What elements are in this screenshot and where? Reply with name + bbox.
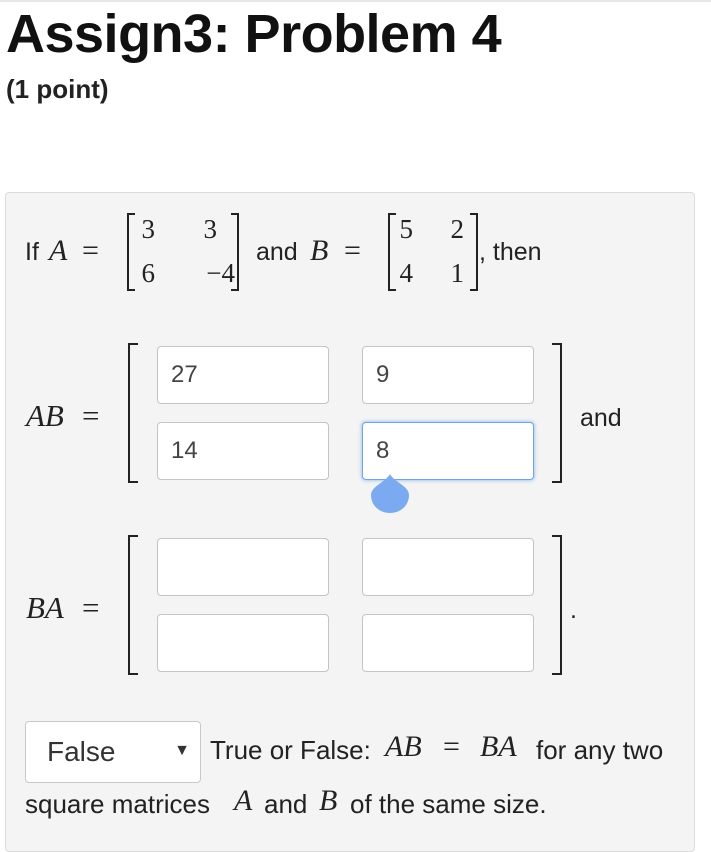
tf-equals: = (443, 730, 460, 763)
tf-B: B (319, 784, 338, 817)
equals-sign-2: = (344, 234, 361, 267)
AB-r1c1-input[interactable] (157, 346, 329, 404)
matrix-B-r2c2: 1 (450, 258, 465, 288)
matrix-A-r2c2: −4 (206, 258, 235, 288)
tf-line2-end: of the same size. (350, 789, 547, 819)
AB-label: AB (26, 398, 64, 433)
matrix-B-r1c1: 5 (399, 214, 414, 244)
tf-AB: AB (385, 730, 422, 763)
BA-label: BA (26, 590, 64, 625)
text-cursor-handle-icon[interactable] (370, 472, 410, 514)
BA-equals-sign: = (82, 590, 100, 625)
AB-r1c2-input[interactable] (362, 346, 534, 404)
triangle-down-icon: ▼ (174, 742, 190, 759)
matrix-B-right-bracket (470, 213, 478, 291)
tf-line2-start: square matrices (25, 789, 210, 819)
matrix-B-r1c2: 2 (450, 214, 465, 244)
BA-period: . (570, 596, 577, 624)
tf-question-prefix: True or False: (210, 735, 371, 765)
BA-left-bracket (128, 535, 138, 675)
page-title: Assign3: Problem 4 (6, 4, 502, 64)
equals-sign: = (82, 234, 99, 267)
tf-A: A (234, 784, 253, 817)
matrix-B-r2c1: 4 (399, 258, 414, 288)
true-false-selected-value: False (47, 736, 116, 767)
matrix-B-symbol: B (310, 234, 329, 267)
AB-equals-sign: = (82, 398, 100, 433)
matrix-A-symbol: A (49, 234, 68, 267)
tf-BA: BA (480, 730, 517, 763)
matrix-A-r1c2: 3 (203, 214, 218, 244)
BA-r2c1-input[interactable] (157, 614, 329, 672)
if-text: If (25, 238, 39, 266)
tf-question-mid: for any two (536, 735, 664, 765)
BA-r2c2-input[interactable] (362, 614, 534, 672)
BA-r1c1-input[interactable] (157, 538, 329, 596)
matrix-A-right-bracket (231, 213, 239, 291)
problem-points: (1 point) (6, 74, 109, 104)
then-text: , then (479, 238, 542, 266)
AB-and-text: and (580, 404, 622, 432)
AB-r2c1-input[interactable] (157, 422, 329, 480)
matrix-A-r1c1: 3 (141, 214, 156, 244)
tf-and: and (264, 789, 308, 819)
true-false-select[interactable]: False ▼ (25, 721, 201, 783)
AB-left-bracket (128, 343, 138, 483)
and-text: and (256, 238, 298, 266)
BA-r1c2-input[interactable] (362, 538, 534, 596)
matrix-A-r2c1: 6 (141, 258, 156, 288)
BA-right-bracket (552, 535, 562, 675)
AB-right-bracket (552, 343, 562, 483)
